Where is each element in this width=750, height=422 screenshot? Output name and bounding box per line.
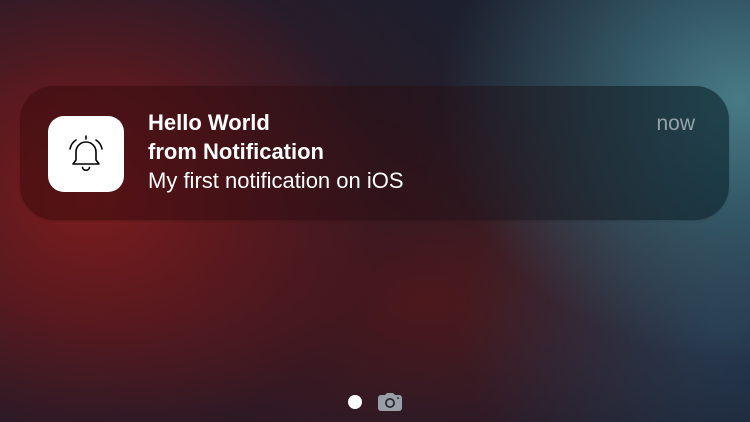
page-indicator: [348, 393, 402, 411]
notification-title-line-1: Hello World: [148, 110, 270, 135]
page-dot[interactable]: [348, 395, 362, 409]
notification-content: Hello World from Notification My first n…: [148, 108, 628, 195]
notification-timestamp: now: [656, 112, 695, 135]
camera-icon[interactable]: [378, 393, 402, 411]
bell-icon: [69, 135, 103, 171]
app-icon: [48, 116, 124, 192]
notification-body: My first notification on iOS: [148, 168, 404, 193]
notification-banner[interactable]: Hello World from Notification My first n…: [20, 86, 729, 220]
notification-title-line-2: from Notification: [148, 139, 324, 164]
